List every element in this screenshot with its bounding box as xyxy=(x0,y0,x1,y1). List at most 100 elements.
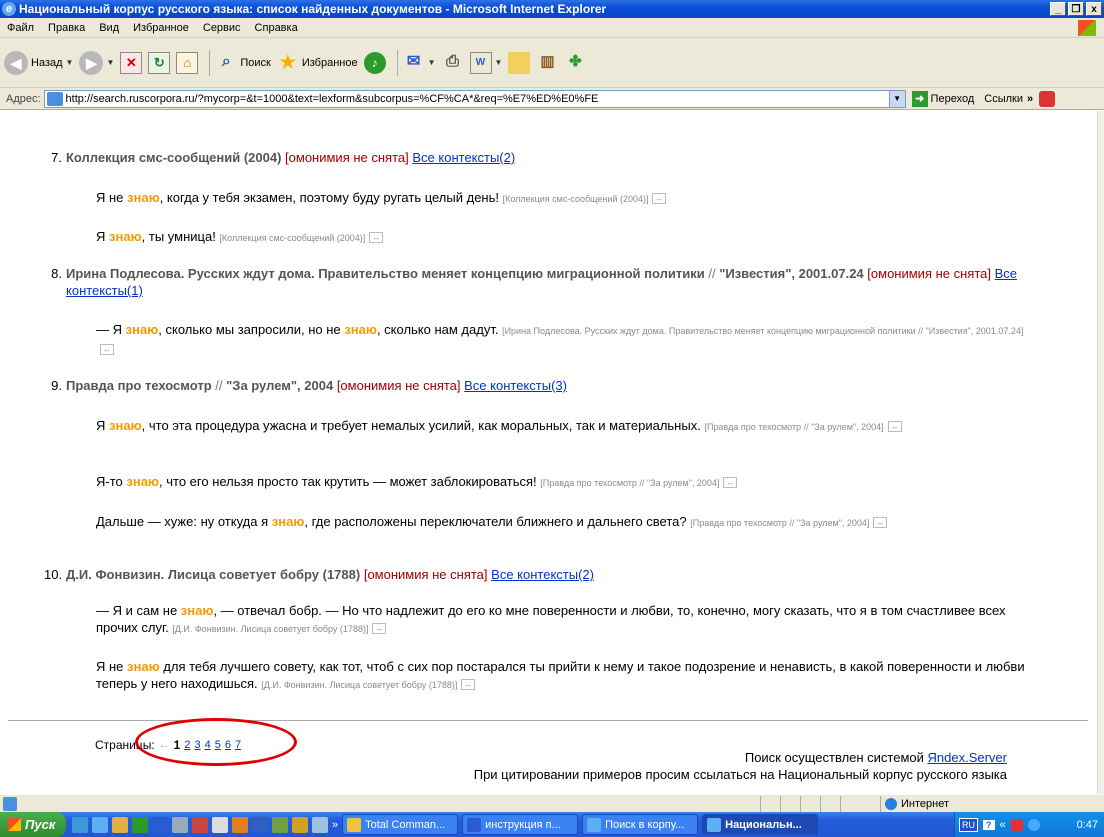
menu-edit[interactable]: Правка xyxy=(41,22,92,34)
refresh-button[interactable]: ↻ xyxy=(148,51,171,74)
ie-icon[interactable] xyxy=(92,816,108,833)
quicklaunch-icon[interactable] xyxy=(232,816,248,833)
all-contexts-link[interactable]: Все контексты(2) xyxy=(412,150,515,165)
address-dropdown-icon[interactable]: ▼ xyxy=(888,90,905,107)
quicklaunch-icon[interactable] xyxy=(72,816,88,833)
quicklaunch-icon[interactable] xyxy=(292,816,308,833)
all-contexts-link[interactable]: Все контексты(2) xyxy=(491,567,594,582)
menu-view[interactable]: Вид xyxy=(92,22,126,34)
citation-note: При цитировании примеров просим ссылатьс… xyxy=(473,767,1007,782)
edit-dropdown-icon[interactable]: ▼ xyxy=(495,58,503,67)
media-icon: ♪ xyxy=(363,51,386,74)
menu-file[interactable]: Файл xyxy=(0,22,41,34)
maximize-button[interactable]: ❐ xyxy=(1068,2,1084,16)
quicklaunch-icon[interactable] xyxy=(212,816,228,833)
search-engine-credit: Поиск осуществлен системой Яndex.Server xyxy=(745,750,1007,765)
keyword: знаю xyxy=(180,603,214,618)
quicklaunch-icon[interactable] xyxy=(272,816,288,833)
expand-context-button[interactable]: ↔ xyxy=(369,232,384,244)
security-zone: Интернет xyxy=(880,796,1100,812)
print-button[interactable]: ⎙ xyxy=(442,52,464,74)
start-button[interactable]: Пуск xyxy=(0,812,66,837)
vertical-scrollbar[interactable] xyxy=(1097,111,1104,794)
status-panes xyxy=(760,796,860,812)
folder-button[interactable] xyxy=(508,51,531,74)
keyword: знаю xyxy=(109,229,142,244)
quicklaunch-icon[interactable] xyxy=(192,816,208,833)
menu-tools[interactable]: Сервис xyxy=(196,22,248,34)
tray-expand-button[interactable]: « xyxy=(1000,819,1006,831)
quicklaunch-more-button[interactable]: » xyxy=(332,819,338,831)
expand-context-button[interactable]: ↔ xyxy=(887,421,902,433)
go-label: Переход xyxy=(930,92,975,105)
home-icon: ⌂ xyxy=(176,51,199,74)
stop-button[interactable]: ✕ xyxy=(120,51,143,74)
messenger-button[interactable]: ✤ xyxy=(564,52,586,74)
expand-context-button[interactable]: ↔ xyxy=(461,679,476,691)
mail-dropdown-icon[interactable]: ▼ xyxy=(428,58,436,67)
back-dropdown-icon[interactable]: ▼ xyxy=(66,58,74,67)
home-button[interactable]: ⌂ xyxy=(176,51,199,74)
expand-context-button[interactable]: ↔ xyxy=(723,477,738,489)
help-icon[interactable]: ? xyxy=(983,819,995,830)
snippet-source: [Ирина Подлесова. Русских ждут дома. Пра… xyxy=(502,326,1024,336)
snippet-source: [Д.И. Фонвизин. Лисица советует бобру (1… xyxy=(261,680,458,690)
address-field[interactable]: http://search.ruscorpora.ru/?mycorp=&t=1… xyxy=(43,89,906,108)
pdf-icon[interactable] xyxy=(1039,90,1056,107)
taskbar-task[interactable]: инструкция п... xyxy=(462,814,579,835)
go-button[interactable]: ➜ Переход xyxy=(911,90,975,107)
yandex-server-link[interactable]: Яndex.Server xyxy=(928,750,1007,765)
back-arrow-icon: ◀ xyxy=(4,50,28,75)
taskbar-task[interactable]: Поиск в корпу... xyxy=(582,814,699,835)
snippet: — Я знаю, сколько мы запросили, но не зн… xyxy=(96,322,1024,356)
address-url[interactable]: http://search.ruscorpora.ru/?mycorp=&t=1… xyxy=(66,93,889,105)
all-contexts-link[interactable]: Все контексты(3) xyxy=(464,378,567,393)
snippet: Я знаю, что эта процедура ужасна и требу… xyxy=(96,417,1026,436)
quicklaunch-icon[interactable] xyxy=(312,816,328,833)
snippet: Дальше — хуже: ну откуда я знаю, где рас… xyxy=(96,513,1026,532)
stop-icon: ✕ xyxy=(120,51,143,74)
links-button[interactable]: Ссылки xyxy=(984,93,1023,105)
doc-number: 9. xyxy=(51,378,62,393)
minimize-button[interactable]: _ xyxy=(1050,2,1066,16)
mail-button[interactable]: ✉ ▼ xyxy=(403,52,436,74)
media-button[interactable]: ♪ xyxy=(363,51,386,74)
keyword: знаю xyxy=(271,514,305,529)
expand-context-button[interactable]: ↔ xyxy=(100,344,114,356)
forward-button[interactable]: ▶ ▼ xyxy=(79,50,114,75)
snippet-source: [Правда про техосмотр // "За рулем", 200… xyxy=(690,518,870,528)
taskbar-task-active[interactable]: Национальн... xyxy=(702,814,819,835)
taskbar-task[interactable]: Total Comman... xyxy=(342,814,459,835)
language-indicator[interactable]: RU xyxy=(959,817,978,832)
close-button[interactable]: x xyxy=(1086,2,1102,16)
edit-button[interactable]: W ▼ xyxy=(469,51,503,74)
favorites-button[interactable]: ★ Избранное xyxy=(277,52,358,74)
word-icon[interactable] xyxy=(152,816,168,833)
task-icon xyxy=(467,817,482,832)
quicklaunch-icon[interactable] xyxy=(252,816,268,833)
doc-title: Д.И. Фонвизин. Лисица советует бобру (17… xyxy=(66,567,361,582)
expand-context-button[interactable]: ↔ xyxy=(372,623,387,635)
doc-title: Ирина Подлесова. Русских ждут дома. Прав… xyxy=(66,266,705,281)
tray-icon[interactable] xyxy=(1010,818,1023,831)
clock: 0:47 xyxy=(1076,818,1098,831)
network-icon[interactable] xyxy=(1027,818,1040,831)
snippet: — Я и сам не знаю, — отвечал бобр. — Но … xyxy=(96,603,1006,635)
title-bar: e Национальный корпус русского языка: сп… xyxy=(0,0,1104,18)
quicklaunch-icon[interactable] xyxy=(112,816,128,833)
menu-help[interactable]: Справка xyxy=(248,22,305,34)
zone-label: Интернет xyxy=(901,798,949,810)
search-button[interactable]: ⌕ Поиск xyxy=(215,52,271,74)
quicklaunch-icon[interactable] xyxy=(172,816,188,833)
links-chevron-icon[interactable]: » xyxy=(1027,93,1033,105)
research-button[interactable]: ▥ xyxy=(536,52,558,74)
expand-context-button[interactable]: ↔ xyxy=(652,193,667,205)
expand-context-button[interactable]: ↔ xyxy=(873,517,888,529)
menu-favorites[interactable]: Избранное xyxy=(126,22,196,34)
page-content: 7. Коллекция смс-сообщений (2004) [омони… xyxy=(0,111,1097,794)
excel-icon[interactable] xyxy=(132,816,148,833)
forward-dropdown-icon[interactable]: ▼ xyxy=(106,58,114,67)
doc-title: Правда про техосмотр xyxy=(66,378,212,393)
keyword: знаю xyxy=(344,322,377,337)
back-button[interactable]: ◀ Назад ▼ xyxy=(4,50,74,75)
